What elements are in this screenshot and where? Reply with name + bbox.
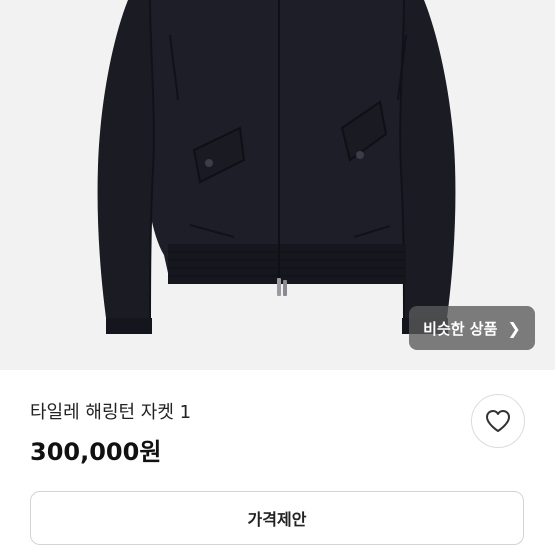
price-offer-button[interactable]: 가격제안 [30,491,524,545]
price-offer-label: 가격제안 [247,510,307,529]
product-image[interactable]: 비슷한 상품 ❯ [0,0,555,370]
chevron-right-icon: ❯ [507,318,521,338]
product-price: 300,000원 [30,438,162,466]
product-title: 타일레 해링턴 자켓 1 [30,402,192,423]
like-button[interactable] [471,394,525,448]
heart-icon [486,410,510,432]
similar-products-label: 비슷한 상품 [423,319,498,338]
similar-products-button[interactable]: 비슷한 상품 ❯ [409,306,535,350]
